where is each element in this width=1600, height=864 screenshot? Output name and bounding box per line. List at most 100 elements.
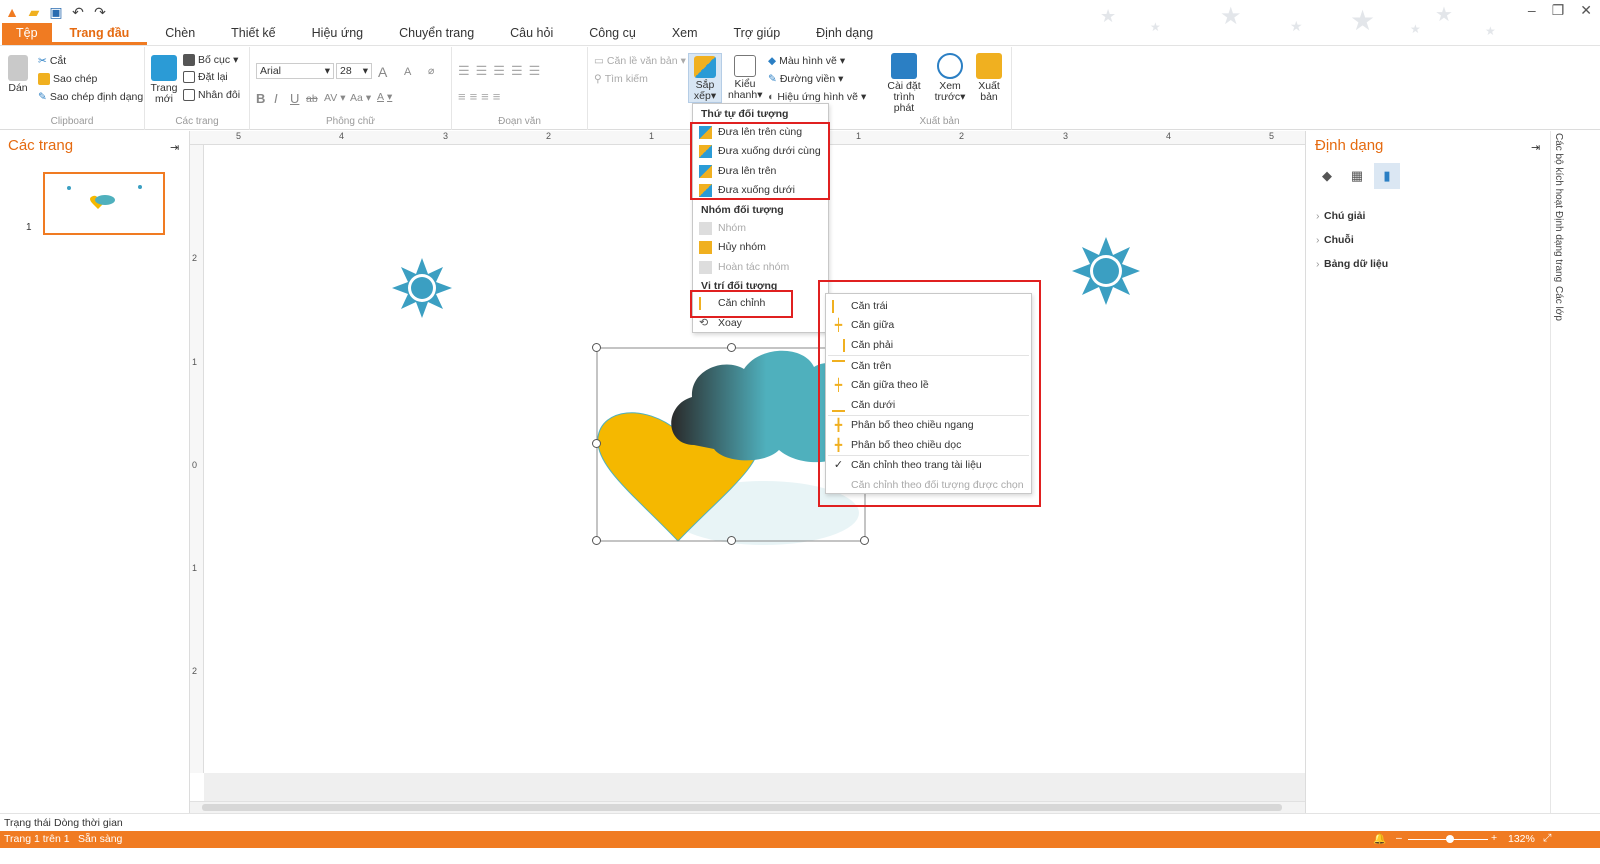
align-bottom[interactable]: Căn dưới bbox=[832, 396, 895, 414]
sun-shape-left[interactable] bbox=[392, 258, 452, 318]
status-tab[interactable]: Trạng thái bbox=[4, 817, 51, 829]
quick-styles-button[interactable]: Kiểu nhanh▾ bbox=[728, 55, 762, 101]
resize-handle[interactable] bbox=[860, 536, 869, 545]
side-tab-triggers[interactable]: Các bộ kích hoạt bbox=[1553, 133, 1564, 208]
timeline-tab[interactable]: Dòng thời gian bbox=[54, 817, 123, 829]
arrange-button[interactable]: Sắp xếp▾ bbox=[688, 53, 722, 103]
menu-align[interactable]: Căn chỉnh bbox=[699, 294, 765, 312]
reset-button[interactable]: Đặt lại bbox=[183, 71, 228, 83]
tab-view[interactable]: Xem bbox=[654, 23, 716, 45]
menu-send-backward[interactable]: Đưa xuống dưới bbox=[699, 181, 795, 199]
menu-bring-to-front[interactable]: Đưa lên trên cùng bbox=[699, 123, 802, 141]
copy-button[interactable]: Sao chép bbox=[38, 73, 97, 85]
strikethrough-button[interactable]: ab bbox=[306, 93, 318, 105]
align-to-slide[interactable]: ✓ Căn chỉnh theo trang tài liệu bbox=[832, 456, 982, 474]
duplicate-button[interactable]: Nhân đôi bbox=[183, 89, 240, 101]
shape-outline-button[interactable]: ✎ Đường viền ▾ bbox=[768, 73, 843, 85]
distribute-horizontally[interactable]: ╋ Phân bố theo chiều ngang bbox=[832, 416, 974, 434]
zoom-in-icon[interactable]: + bbox=[1491, 832, 1497, 844]
chart-icon[interactable]: ▮ bbox=[1374, 163, 1400, 189]
scrollbar-thumb[interactable] bbox=[202, 804, 1282, 811]
italic-button[interactable]: I bbox=[274, 91, 278, 106]
format-painter-button[interactable]: ✎ Sao chép định dạng bbox=[38, 91, 143, 103]
align-top-icon bbox=[832, 359, 845, 373]
side-tab-page-format[interactable]: Định dạng trang bbox=[1553, 211, 1564, 282]
align-buttons[interactable]: ≡≡≡≡ bbox=[458, 89, 504, 104]
shrink-font-button[interactable]: A bbox=[404, 66, 411, 78]
font-family-select[interactable]: Arial ▾ bbox=[256, 63, 334, 79]
distribute-vertically[interactable]: ╋ Phân bố theo chiều dọc bbox=[832, 436, 961, 454]
preview-button[interactable]: Xem trước▾ bbox=[932, 53, 968, 103]
list-buttons[interactable]: ☰☰☰☰☰ bbox=[458, 63, 546, 79]
align-left[interactable]: Căn trái bbox=[832, 297, 888, 315]
pin-icon[interactable]: ⇥ bbox=[1531, 141, 1540, 154]
grow-font-button[interactable]: A bbox=[378, 64, 387, 80]
cut-button[interactable]: ✂ Cắt bbox=[38, 55, 66, 67]
tab-file[interactable]: Tệp bbox=[2, 23, 52, 45]
menu-group[interactable]: Nhóm bbox=[699, 219, 746, 237]
slide-thumbnail[interactable] bbox=[43, 172, 165, 235]
layout-button[interactable]: Bố cục ▾ bbox=[183, 54, 238, 66]
align-center[interactable]: ┿ Căn giữa bbox=[832, 316, 894, 334]
tab-help[interactable]: Trợ giúp bbox=[716, 23, 799, 45]
status-tabs-row: Trạng thái Dòng thời gian bbox=[0, 813, 1600, 831]
menu-regroup[interactable]: Hoàn tác nhóm bbox=[699, 258, 789, 276]
player-settings-button[interactable]: Cài đặt trình phát bbox=[882, 53, 926, 114]
minimize-icon[interactable]: – bbox=[1528, 2, 1536, 19]
save-icon[interactable]: ▣ bbox=[48, 4, 64, 20]
change-case-button[interactable]: Aa ▾ bbox=[350, 92, 371, 104]
resize-handle[interactable] bbox=[592, 439, 601, 448]
font-size-select[interactable]: 28 ▾ bbox=[336, 63, 372, 79]
zoom-slider-thumb[interactable] bbox=[1446, 835, 1454, 843]
format-item-legend[interactable]: Chú giải bbox=[1316, 210, 1366, 222]
tab-transitions[interactable]: Chuyển trang bbox=[381, 23, 492, 45]
open-folder-icon[interactable]: ▰ bbox=[26, 4, 42, 20]
font-color-button[interactable]: A ▾ bbox=[377, 91, 392, 103]
align-text-button[interactable]: ▭ Căn lề văn bản ▾ bbox=[594, 55, 686, 67]
bold-button[interactable]: B bbox=[256, 91, 265, 106]
tab-insert[interactable]: Chèn bbox=[147, 23, 213, 45]
new-page-button[interactable]: Trang mới bbox=[149, 55, 179, 105]
menu-bring-forward[interactable]: Đưa lên trên bbox=[699, 162, 776, 180]
tab-home[interactable]: Trang đầu bbox=[51, 23, 148, 45]
format-item-data-table[interactable]: Bảng dữ liệu bbox=[1316, 258, 1388, 270]
publish-button[interactable]: Xuất bản bbox=[972, 53, 1006, 103]
tab-questions[interactable]: Câu hỏi bbox=[492, 23, 571, 45]
fit-icon[interactable]: ⤢ bbox=[1543, 832, 1551, 845]
align-middle[interactable]: ┿ Căn giữa theo lề bbox=[832, 376, 929, 394]
horizontal-scrollbar[interactable] bbox=[190, 801, 1305, 813]
underline-button[interactable]: U bbox=[290, 91, 299, 106]
restore-icon[interactable]: ❐ bbox=[1552, 2, 1565, 19]
pin-icon[interactable]: ⇥ bbox=[170, 141, 179, 154]
paste-button[interactable]: Dán bbox=[4, 55, 32, 94]
menu-send-to-back[interactable]: Đưa xuống dưới cùng bbox=[699, 142, 821, 160]
resize-handle[interactable] bbox=[727, 343, 736, 352]
undo-icon[interactable]: ↶ bbox=[70, 4, 86, 20]
side-tab-layers[interactable]: Các lớp bbox=[1553, 286, 1564, 321]
tab-design[interactable]: Thiết kế bbox=[213, 23, 293, 45]
align-top[interactable]: Căn trên bbox=[832, 357, 891, 375]
clear-format-icon[interactable]: ⌀ bbox=[428, 65, 434, 77]
redo-icon[interactable]: ↷ bbox=[92, 4, 108, 20]
resize-handle[interactable] bbox=[592, 343, 601, 352]
zoom-out-icon[interactable]: – bbox=[1396, 832, 1402, 844]
menu-ungroup[interactable]: Hủy nhóm bbox=[699, 238, 766, 256]
shape-effects-button[interactable]: ◐ Hiệu ứng hình vẽ ▾ bbox=[768, 91, 866, 103]
align-right[interactable]: Căn phải bbox=[832, 336, 893, 354]
tab-tools[interactable]: Công cụ bbox=[571, 23, 654, 45]
resize-handle[interactable] bbox=[727, 536, 736, 545]
tab-effects[interactable]: Hiệu ứng bbox=[294, 23, 381, 45]
fill-icon[interactable]: ◆ bbox=[1314, 163, 1340, 189]
size-icon[interactable]: ▦ bbox=[1344, 163, 1370, 189]
tab-format[interactable]: Định dạng bbox=[798, 23, 891, 45]
align-to-selected[interactable]: Căn chỉnh theo đối tượng được chọn bbox=[832, 476, 1024, 494]
char-spacing-button[interactable]: AV ▾ bbox=[324, 92, 346, 104]
find-button[interactable]: ⚲ Tìm kiếm bbox=[594, 73, 648, 85]
bell-icon[interactable]: 🔔 bbox=[1373, 832, 1386, 845]
resize-handle[interactable] bbox=[592, 536, 601, 545]
shape-fill-button[interactable]: ◆ Màu hình vẽ ▾ bbox=[768, 55, 845, 67]
format-item-series[interactable]: Chuỗi bbox=[1316, 234, 1354, 246]
close-icon[interactable]: ✕ bbox=[1580, 2, 1592, 19]
sun-shape-right[interactable] bbox=[1072, 237, 1140, 305]
menu-rotate[interactable]: ⟲ Xoay bbox=[699, 314, 742, 332]
